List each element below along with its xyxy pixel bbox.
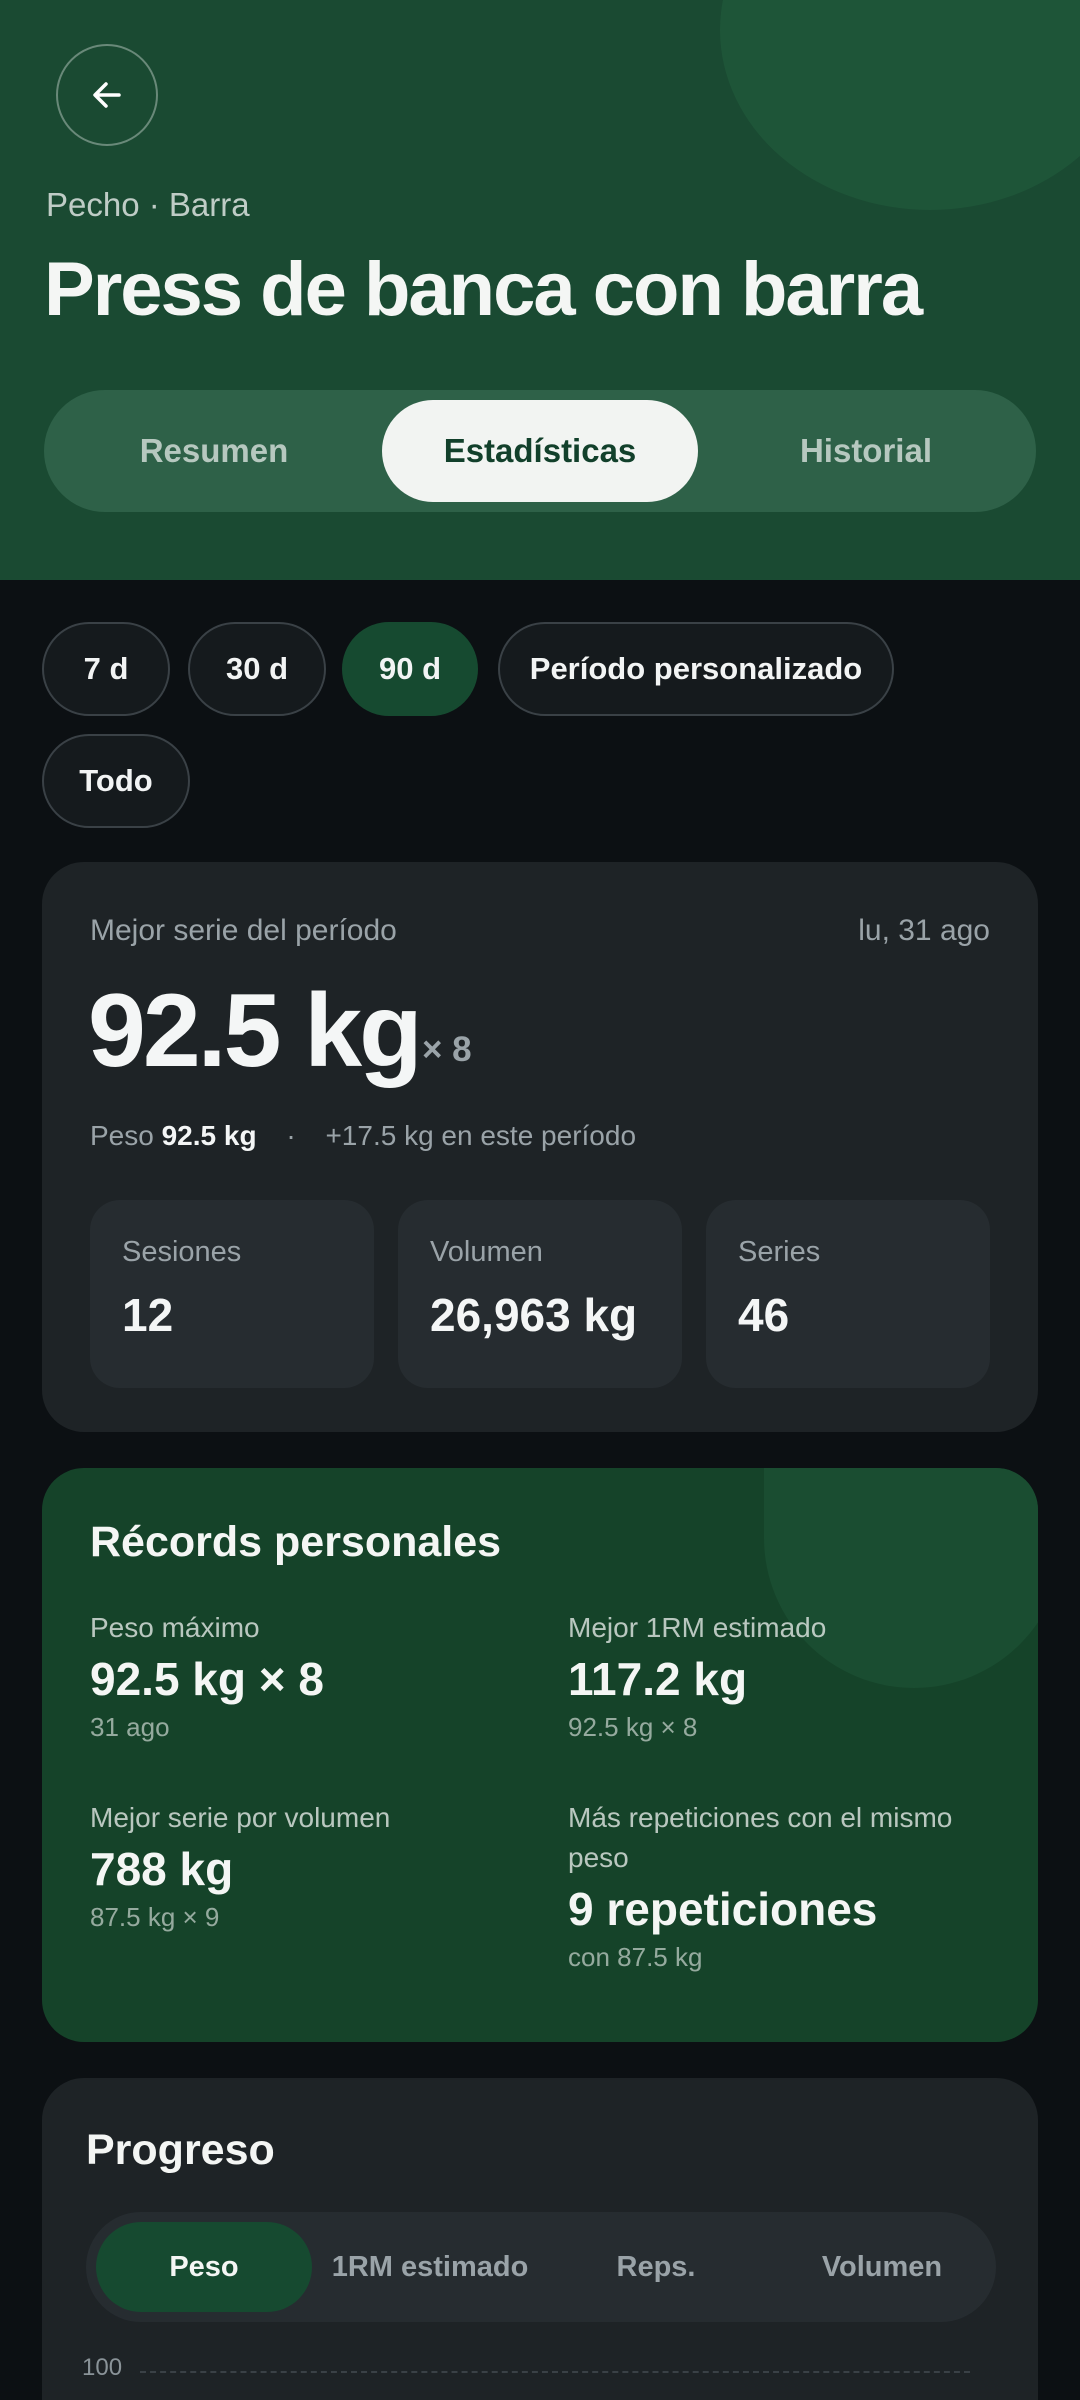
best-set-label: Mejor serie del período	[90, 914, 397, 947]
exercise-subtitle: Pecho · Barra	[46, 186, 250, 223]
record-sub: 31 ago	[90, 1712, 170, 1742]
period-chip-all[interactable]: Todo	[42, 734, 190, 828]
record-label: Peso máximo	[90, 1612, 260, 1643]
period-change: +17.5 kg en este período	[325, 1120, 637, 1151]
record-best-1rm: Mejor 1RM estimado 117.2 kg 92.5 kg × 8	[568, 1608, 998, 1743]
record-sub: con 87.5 kg	[568, 1942, 703, 1972]
header-decoration	[720, 0, 1080, 210]
record-value: 92.5 kg × 8	[90, 1653, 324, 1705]
records-title: Récords personales	[90, 1518, 502, 1566]
personal-records-card: Récords personales Peso máximo 92.5 kg ×…	[42, 1468, 1038, 2042]
y-axis-tick: 100	[82, 2354, 123, 2381]
stat-label: Volumen	[430, 1236, 543, 1268]
stat-value: 12	[122, 1289, 174, 1341]
period-chip-90d[interactable]: 90 d	[342, 622, 478, 716]
stat-value: 46	[738, 1289, 790, 1341]
page-title: Press de banca con barra	[44, 247, 923, 332]
progress-title: Progreso	[86, 2126, 275, 2174]
best-set-date: lu, 31 ago	[858, 914, 990, 947]
arrow-left-icon	[93, 82, 121, 108]
stat-value: 26,963 kg	[430, 1289, 638, 1341]
metric-tab-weight[interactable]: Peso	[96, 2222, 312, 2312]
record-label: Más repeticiones con el mismo peso	[568, 1802, 953, 1873]
stat-sessions: Sesiones 12	[90, 1200, 374, 1388]
stat-label: Sesiones	[122, 1236, 242, 1268]
weight-label: Peso	[90, 1120, 154, 1151]
chart-gridline	[140, 2371, 970, 2373]
record-value: 788 kg	[90, 1843, 234, 1895]
progress-metric-selector: Peso 1RM estimado Reps. Volumen	[86, 2212, 996, 2322]
record-sub: 92.5 kg × 8	[568, 1712, 698, 1742]
period-chip-30d[interactable]: 30 d	[188, 622, 326, 716]
record-label: Mejor 1RM estimado	[568, 1612, 827, 1643]
record-best-volume: Mejor serie por volumen 788 kg 87.5 kg ×…	[90, 1798, 520, 1933]
stat-label: Series	[738, 1236, 821, 1268]
record-most-reps: Más repeticiones con el mismo peso 9 rep…	[568, 1798, 998, 1973]
tab-resumen[interactable]: Resumen	[64, 400, 364, 502]
metric-tab-1rm[interactable]: 1RM estimado	[322, 2222, 538, 2312]
tab-estadisticas[interactable]: Estadísticas	[382, 400, 698, 502]
record-value: 117.2 kg	[568, 1653, 748, 1705]
tab-historial[interactable]: Historial	[716, 400, 1016, 502]
period-chip-custom[interactable]: Período personalizado	[498, 622, 894, 716]
best-set-weight: 92.5 kg	[88, 973, 423, 1089]
tab-bar: Resumen Estadísticas Historial	[44, 390, 1036, 512]
best-set-reps: × 8	[422, 1030, 472, 1069]
period-chip-7d[interactable]: 7 d	[42, 622, 170, 716]
progress-card: Progreso Peso 1RM estimado Reps. Volumen	[42, 2078, 1038, 2400]
stat-series: Series 46	[706, 1200, 990, 1388]
metric-tab-volume[interactable]: Volumen	[774, 2222, 990, 2312]
record-value: 9 repeticiones	[568, 1883, 878, 1935]
weight-value: 92.5 kg	[161, 1120, 257, 1151]
best-set-card: Mejor serie del período lu, 31 ago 92.5 …	[42, 862, 1038, 1432]
back-button[interactable]	[56, 44, 158, 146]
exercise-header: Pecho · Barra Press de banca con barra R…	[0, 0, 1080, 580]
record-label: Mejor serie por volumen	[90, 1802, 391, 1833]
best-set-detail: Peso 92.5 kg · +17.5 kg en este período	[90, 1120, 636, 1152]
separator-dot: ·	[286, 1120, 296, 1151]
stat-volume: Volumen 26,963 kg	[398, 1200, 682, 1388]
record-sub: 87.5 kg × 9	[90, 1902, 220, 1932]
metric-tab-reps[interactable]: Reps.	[548, 2222, 764, 2312]
record-max-weight: Peso máximo 92.5 kg × 8 31 ago	[90, 1608, 520, 1743]
